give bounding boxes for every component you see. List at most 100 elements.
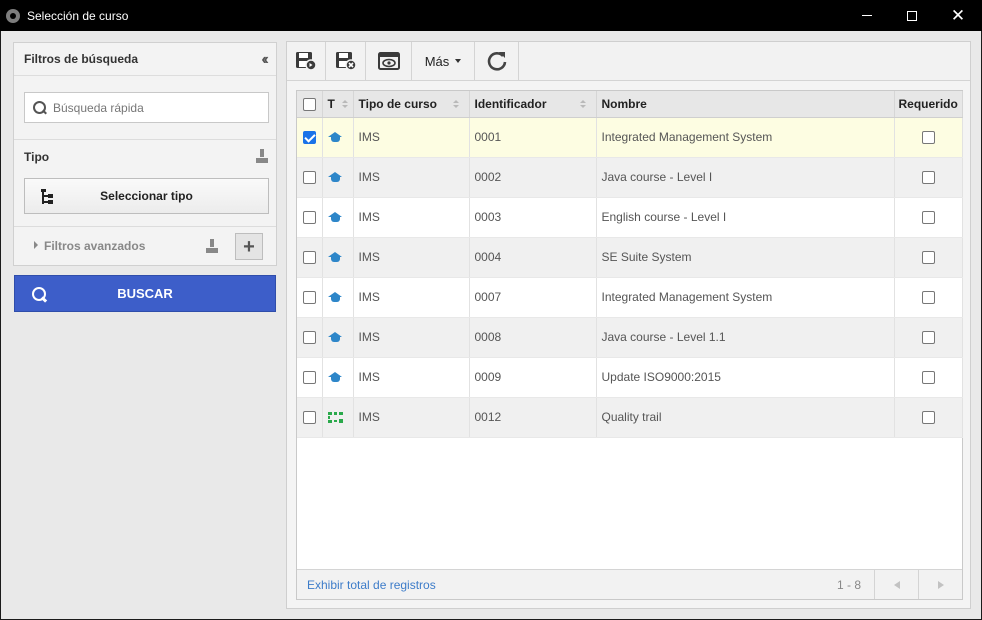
clear-filter-icon[interactable] (256, 149, 268, 163)
cell-nombre: Java course - Level 1.1 (596, 317, 895, 358)
cell-nombre: Integrated Management System (596, 277, 895, 318)
minimize-button[interactable] (844, 0, 890, 31)
column-header-t[interactable]: T (322, 91, 354, 118)
cell-tipo: IMS (353, 317, 470, 358)
trail-icon (327, 411, 343, 424)
select-tipo-button[interactable]: Seleccionar tipo (24, 178, 269, 214)
cell-identificador: 0007 (469, 277, 597, 318)
row-checkbox[interactable] (303, 211, 316, 225)
table-row[interactable]: IMS 0007 Integrated Management System (297, 277, 963, 318)
cell-nombre: SE Suite System (596, 237, 895, 278)
more-menu-button[interactable]: Más (412, 42, 475, 80)
column-header-nombre[interactable]: Nombre (596, 91, 895, 118)
table-row[interactable]: IMS 0002 Java course - Level I (297, 157, 963, 198)
maximize-icon (907, 10, 917, 21)
table-header-row: T Tipo de curso Identificador Nombre Req… (297, 91, 963, 118)
close-button[interactable]: ✕ (935, 0, 981, 31)
required-checkbox[interactable] (921, 371, 935, 385)
chevron-right-icon (937, 580, 944, 589)
quick-search-input[interactable] (53, 100, 253, 115)
refresh-icon (487, 52, 506, 71)
advanced-filters-label: Filtros avanzados (44, 239, 146, 253)
save-and-close-button[interactable] (326, 42, 366, 80)
refresh-button[interactable] (475, 42, 519, 80)
previous-page-button[interactable] (874, 570, 918, 599)
cell-nombre: Integrated Management System (596, 117, 895, 158)
cell-identificador: 0003 (469, 197, 597, 238)
advanced-filters-row[interactable]: Filtros avanzados + (14, 227, 276, 265)
cell-identificador: 0001 (469, 117, 597, 158)
row-checkbox[interactable] (303, 251, 316, 265)
clear-filter-icon[interactable] (206, 239, 218, 253)
table-row[interactable]: IMS 0003 English course - Level I (297, 197, 963, 238)
row-checkbox[interactable] (303, 331, 316, 345)
chevron-left-icon (893, 580, 900, 589)
required-checkbox[interactable] (921, 131, 935, 145)
tree-icon (41, 189, 53, 204)
cell-tipo: IMS (353, 117, 470, 158)
cell-tipo: IMS (353, 277, 470, 318)
required-checkbox[interactable] (921, 211, 935, 225)
window-title: Selección de curso (27, 8, 129, 23)
required-checkbox[interactable] (921, 251, 935, 265)
search-icon (32, 287, 46, 301)
graduation-cap-icon (327, 212, 343, 223)
collapse-icon[interactable]: ‹‹ (261, 51, 268, 69)
table-row[interactable]: IMS 0004 SE Suite System (297, 237, 963, 278)
required-checkbox[interactable] (921, 171, 935, 185)
grid-footer: Exhibir total de registros 1 - 8 (297, 569, 962, 599)
expand-arrow-icon (34, 241, 38, 249)
sort-icon (579, 100, 586, 108)
tipo-label: Tipo (24, 150, 50, 164)
view-button[interactable] (367, 42, 412, 80)
required-checkbox[interactable] (921, 411, 935, 425)
search-button-label: BUSCAR (117, 286, 173, 301)
row-checkbox[interactable] (303, 171, 316, 185)
table-row[interactable]: IMS 0009 Update ISO9000:2015 (297, 357, 963, 398)
search-filters-panel: Filtros de búsqueda ‹‹ Tipo Seleccionar … (13, 42, 277, 266)
plus-icon: + (243, 235, 255, 258)
cell-identificador: 0009 (469, 357, 597, 398)
graduation-cap-icon (327, 252, 343, 263)
select-all-checkbox[interactable] (303, 97, 316, 111)
required-checkbox[interactable] (921, 291, 935, 305)
close-icon: ✕ (950, 6, 966, 25)
select-tipo-label: Seleccionar tipo (100, 189, 193, 203)
more-menu-label: Más (424, 53, 450, 69)
cell-tipo: IMS (353, 397, 470, 438)
save-button[interactable] (287, 42, 326, 80)
required-checkbox[interactable] (921, 331, 935, 345)
column-header-requerido[interactable]: Requerido (894, 91, 963, 118)
row-checkbox[interactable] (303, 371, 316, 385)
table-row[interactable]: IMS 0008 Java course - Level 1.1 (297, 317, 963, 358)
pager-count: 1 - 8 (837, 578, 862, 592)
graduation-cap-icon (327, 332, 343, 343)
cell-identificador: 0012 (469, 397, 597, 438)
search-button[interactable]: BUSCAR (14, 275, 276, 312)
cell-nombre: English course - Level I (596, 197, 895, 238)
cell-tipo: IMS (353, 197, 470, 238)
quick-search-field[interactable] (24, 92, 269, 123)
row-checkbox[interactable] (303, 131, 316, 145)
view-icon (378, 52, 400, 70)
column-header-label: Tipo de curso (358, 96, 437, 111)
maximize-button[interactable] (889, 0, 935, 31)
filters-header: Filtros de búsqueda ‹‹ (14, 43, 276, 76)
row-checkbox[interactable] (303, 411, 316, 425)
toolbar: Más (287, 42, 970, 81)
column-header-identificador[interactable]: Identificador (469, 91, 597, 118)
table-row[interactable]: IMS 0001 Integrated Management System (297, 117, 963, 158)
row-checkbox[interactable] (303, 291, 316, 305)
sort-icon (341, 100, 348, 108)
cell-nombre: Update ISO9000:2015 (596, 357, 895, 398)
cell-tipo: IMS (353, 357, 470, 398)
column-header-tipo[interactable]: Tipo de curso (353, 91, 470, 118)
graduation-cap-icon (327, 172, 343, 183)
show-total-records-link[interactable]: Exhibir total de registros (307, 578, 436, 592)
cell-identificador: 0008 (469, 317, 597, 358)
next-page-button[interactable] (918, 570, 962, 599)
cell-nombre: Quality trail (596, 397, 895, 438)
table-row[interactable]: IMS 0012 Quality trail (297, 397, 963, 438)
column-header-label: Requerido (898, 96, 958, 111)
add-filter-button[interactable]: + (235, 233, 263, 260)
